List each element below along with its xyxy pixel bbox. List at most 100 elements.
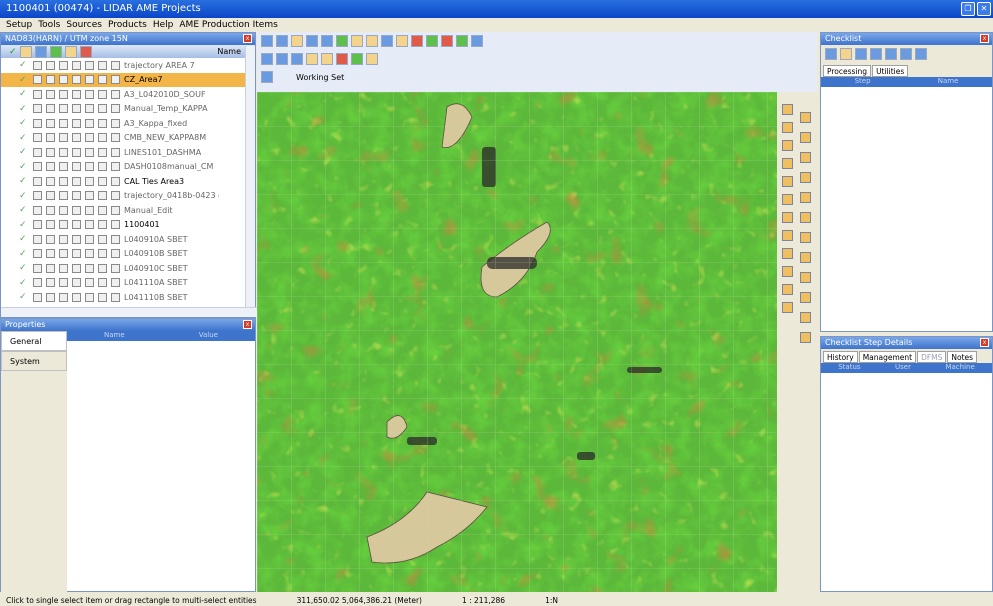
redo-icon[interactable] [321, 35, 333, 47]
layer-checkbox[interactable] [111, 147, 120, 157]
layer-checkbox[interactable] [59, 205, 68, 215]
tool-24-icon[interactable] [800, 332, 811, 343]
tool-18-icon[interactable] [800, 212, 811, 223]
back-icon[interactable] [276, 53, 288, 65]
layer-checkbox[interactable] [33, 191, 42, 201]
layer-row[interactable]: ✓ L041110B SBET [1, 290, 255, 305]
layer-checkbox[interactable] [72, 292, 81, 302]
layer-checkbox[interactable] [111, 249, 120, 259]
layer-checkbox[interactable] [46, 60, 55, 70]
layer-checkbox[interactable] [98, 89, 107, 99]
tool-12-icon[interactable] [782, 302, 793, 313]
col-name[interactable]: Name [938, 77, 959, 87]
layer-checkbox[interactable] [72, 176, 81, 186]
grid-icon[interactable] [426, 35, 438, 47]
tool-9-icon[interactable] [782, 248, 793, 259]
layer-checkbox[interactable] [85, 133, 94, 143]
menu-sources[interactable]: Sources [66, 20, 102, 30]
zoom-in-icon[interactable] [261, 35, 273, 47]
tool-19-icon[interactable] [800, 232, 811, 243]
layer-checkbox[interactable] [72, 133, 81, 143]
menu-ame-production-items[interactable]: AME Production Items [179, 20, 277, 30]
chart-icon[interactable] [351, 53, 363, 65]
layer-checkbox[interactable] [72, 234, 81, 244]
check-icon[interactable]: ✓ [9, 47, 17, 57]
tool-4-icon[interactable] [782, 158, 793, 169]
layer-checkbox[interactable] [33, 205, 42, 215]
layer-checkbox[interactable] [59, 75, 68, 85]
layer-checkbox[interactable] [111, 191, 120, 201]
checklist-tool-2-icon[interactable] [840, 48, 852, 60]
visibility-check-icon[interactable]: ✓ [19, 133, 29, 143]
layer-checkbox[interactable] [59, 278, 68, 288]
visibility-check-icon[interactable]: ✓ [19, 118, 29, 128]
visibility-check-icon[interactable]: ✓ [19, 176, 29, 186]
layer-checkbox[interactable] [72, 263, 81, 273]
layer-checkbox[interactable] [59, 118, 68, 128]
col-machine[interactable]: Machine [945, 363, 974, 373]
layer-checkbox[interactable] [85, 75, 94, 85]
layer-checkbox[interactable] [85, 278, 94, 288]
layer-icon[interactable] [441, 35, 453, 47]
layer-row[interactable]: ✓ Manual_Edit [1, 203, 255, 218]
layer-checkbox[interactable] [46, 249, 55, 259]
layer-checkbox[interactable] [59, 89, 68, 99]
layer-checkbox[interactable] [98, 191, 107, 201]
name-column-header[interactable]: Name [217, 47, 241, 56]
layer-checkbox[interactable] [46, 147, 55, 157]
globe-icon[interactable] [336, 35, 348, 47]
settings-icon[interactable] [366, 53, 378, 65]
tool-10-icon[interactable] [782, 266, 793, 277]
layer-checkbox[interactable] [72, 104, 81, 114]
layer-checkbox[interactable] [85, 104, 94, 114]
layer-checkbox[interactable] [85, 118, 94, 128]
layer-checkbox[interactable] [46, 191, 55, 201]
layer-checkbox[interactable] [72, 118, 81, 128]
tab-general[interactable]: General [1, 331, 67, 351]
flag-icon[interactable] [79, 45, 92, 58]
layer-checkbox[interactable] [33, 234, 42, 244]
forward-icon[interactable] [291, 53, 303, 65]
select-icon[interactable] [351, 35, 363, 47]
layer-checkbox[interactable] [46, 220, 55, 230]
checklist-tool-1-icon[interactable] [825, 48, 837, 60]
layer-checkbox[interactable] [111, 205, 120, 215]
tool-1-icon[interactable] [782, 104, 793, 115]
layer-checkbox[interactable] [72, 191, 81, 201]
layer-checkbox[interactable] [33, 75, 42, 85]
layer-checkbox[interactable] [46, 205, 55, 215]
layer-checkbox[interactable] [85, 263, 94, 273]
layer-checkbox[interactable] [72, 162, 81, 172]
tool-5-icon[interactable] [782, 176, 793, 187]
tab-dfms[interactable]: DFMS [917, 351, 947, 363]
visibility-check-icon[interactable]: ✓ [19, 249, 29, 259]
layer-checkbox[interactable] [46, 104, 55, 114]
layer-checkbox[interactable] [85, 89, 94, 99]
layer-checkbox[interactable] [98, 263, 107, 273]
layer-checkbox[interactable] [98, 75, 107, 85]
tab-processing[interactable]: Processing [823, 65, 872, 77]
layer-checkbox[interactable] [85, 292, 94, 302]
tool-17-icon[interactable] [800, 192, 811, 203]
checklist-tool-5-icon[interactable] [885, 48, 897, 60]
tool-8-icon[interactable] [782, 230, 793, 241]
image-icon[interactable] [456, 35, 468, 47]
measure-icon[interactable] [366, 35, 378, 47]
layer-checkbox[interactable] [33, 220, 42, 230]
tool-15-icon[interactable] [800, 152, 811, 163]
visibility-check-icon[interactable]: ✓ [19, 104, 29, 114]
visibility-check-icon[interactable]: ✓ [19, 75, 29, 85]
layer-checkbox[interactable] [33, 162, 42, 172]
layer-checkbox[interactable] [98, 205, 107, 215]
tool-14-icon[interactable] [800, 132, 811, 143]
layer-checkbox[interactable] [85, 162, 94, 172]
layer-row[interactable]: ✓ A3_L042010D_SOUF [1, 87, 255, 102]
layer-checkbox[interactable] [59, 60, 68, 70]
layer-row[interactable]: ✓ trajectory AREA 7 [1, 58, 255, 73]
layer-checkbox[interactable] [46, 292, 55, 302]
layer-checkbox[interactable] [98, 60, 107, 70]
layer-checkbox[interactable] [111, 60, 120, 70]
layer-checkbox[interactable] [59, 162, 68, 172]
label-icon[interactable] [64, 45, 77, 58]
layer-checkbox[interactable] [59, 234, 68, 244]
